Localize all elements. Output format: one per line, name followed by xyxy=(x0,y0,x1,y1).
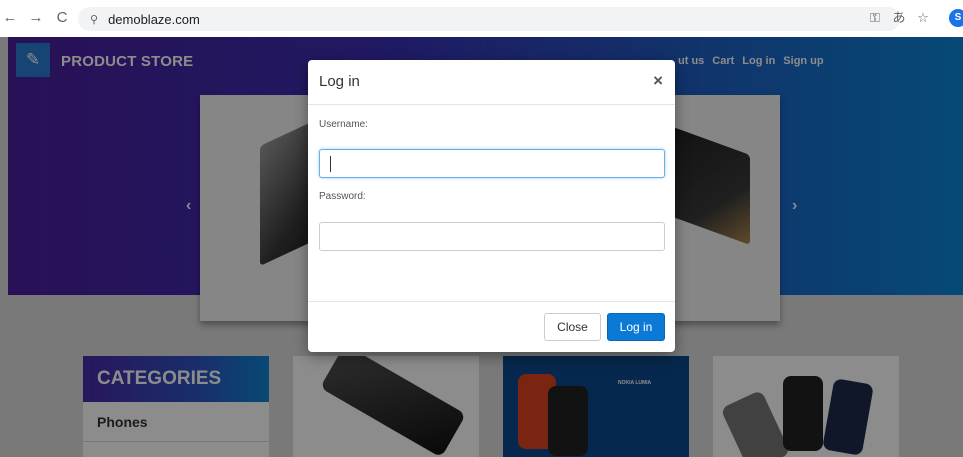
modal-title: Log in xyxy=(319,73,360,90)
login-modal: Log in × Username: Password: Close Log i… xyxy=(308,60,675,352)
browser-viewport: ← → C ⚲ demoblaze.com ⚿ あ ☆ S ✎ PRODUCT … xyxy=(0,0,963,457)
back-icon[interactable]: ← xyxy=(0,8,20,28)
password-key-icon[interactable]: ⚿ xyxy=(866,9,884,27)
translate-icon[interactable]: あ xyxy=(890,9,908,27)
close-icon[interactable]: × xyxy=(653,71,663,91)
text-caret xyxy=(330,156,331,172)
profile-avatar[interactable]: S xyxy=(949,9,963,27)
password-field[interactable] xyxy=(319,222,665,251)
modal-header: Log in × xyxy=(308,60,675,105)
modal-footer: Close Log in xyxy=(308,301,675,352)
bookmark-star-icon[interactable]: ☆ xyxy=(914,9,932,27)
forward-icon[interactable]: → xyxy=(26,8,46,28)
password-label: Password: xyxy=(319,191,366,202)
browser-toolbar: ← → C ⚲ demoblaze.com ⚿ あ ☆ S xyxy=(0,0,963,37)
address-bar[interactable]: ⚲ demoblaze.com xyxy=(78,7,900,31)
reload-icon[interactable]: C xyxy=(52,8,72,28)
close-button[interactable]: Close xyxy=(544,313,601,341)
login-button[interactable]: Log in xyxy=(607,313,665,341)
username-label: Username: xyxy=(319,119,368,130)
site-info-icon[interactable]: ⚲ xyxy=(90,13,98,26)
url-text: demoblaze.com xyxy=(108,11,200,27)
username-field[interactable] xyxy=(319,149,665,178)
